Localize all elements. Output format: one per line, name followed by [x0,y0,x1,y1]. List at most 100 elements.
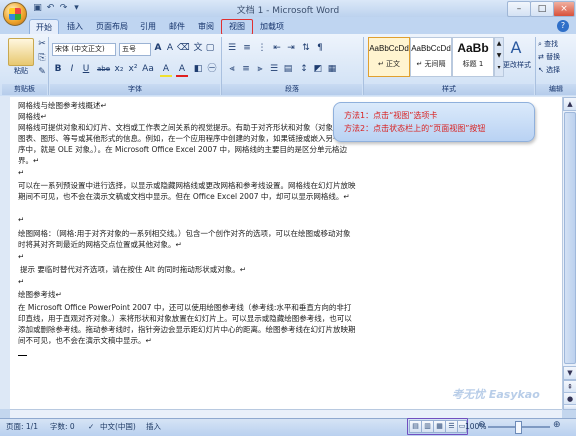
zoom-slider-thumb[interactable] [515,421,522,434]
superscript-button[interactable]: x² [127,63,139,75]
help-icon[interactable]: ? [557,20,569,32]
grow-font-icon[interactable]: A [152,42,164,54]
highlight-color-button[interactable]: A [160,63,172,77]
doc-empty-line: ↵ [18,168,25,177]
shrink-font-icon[interactable]: A [164,42,176,54]
tab-home[interactable]: 开始 [29,19,59,35]
doc-paragraph: 绘图网格：（网格:用于对齐对象的一系列相交线。）包含一个创作对齐的选项，可以在绘… [18,229,351,249]
scroll-thumb[interactable] [564,112,576,364]
select-button[interactable]: ↖ 选择 [538,65,560,75]
justify-icon[interactable]: ☰ [268,63,280,75]
office-button[interactable] [3,2,27,26]
minimize-button[interactable]: – [507,1,531,17]
style-normal-name: ↵ 正文 [377,60,401,68]
clear-format-icon[interactable]: ⌫ [177,42,190,54]
multilevel-list-icon[interactable]: ⋮ [256,42,268,54]
font-name-select[interactable]: 宋体 (中文正文) [52,43,116,56]
status-insert-mode[interactable]: 插入 [146,421,161,433]
shading-icon[interactable]: ◩ [312,63,324,75]
bold-button[interactable]: B [52,63,64,75]
group-label-editing: 编辑 [536,84,576,95]
char-border-icon[interactable]: ▢ [204,42,216,54]
bullets-icon[interactable]: ☰ [226,42,238,54]
distributed-icon[interactable]: ▤ [282,63,294,75]
tab-page-layout[interactable]: 页面布局 [93,19,131,34]
scroll-up-button[interactable]: ▲ [563,97,576,111]
replace-label: 替换 [546,53,561,61]
font-color-button[interactable]: A [176,63,188,77]
paste-button-label[interactable]: 粘贴 [6,66,36,76]
align-center-icon[interactable]: ≡ [240,63,252,75]
change-styles-icon[interactable]: A [505,38,527,58]
numbering-icon[interactable]: ≡ [241,42,253,54]
tab-insert[interactable]: 插入 [63,19,87,34]
line-spacing-icon[interactable]: ↕ [298,63,310,75]
font-size-select[interactable]: 五号 [119,43,151,56]
doc-paragraph: 网格线可提供对象和幻灯片、文档或工作表之间关系的视觉提示。有助于对齐形状和对象（… [18,123,356,165]
status-page[interactable]: 页面: 1/1 [6,421,38,433]
spelling-check-icon[interactable]: ✓ [88,421,94,433]
style-heading-name: 标题 1 [462,60,484,68]
styles-scroll[interactable]: ▲ ▼ ▾ [494,37,504,77]
office-logo-icon [9,8,21,20]
style-heading-sample: AaBb [457,41,489,55]
replace-button[interactable]: ⇄ 替换 [538,52,560,62]
tab-mailings[interactable]: 邮件 [165,19,189,34]
tab-add-ins[interactable]: 加载项 [256,19,288,34]
find-button[interactable]: ⌕ 查找 [538,39,558,49]
maximize-button[interactable]: □ [530,1,554,17]
format-painter-icon[interactable]: ✎ [36,66,48,78]
find-label: 查找 [544,40,559,48]
status-language[interactable]: 中文(中国) [100,421,136,433]
copy-icon[interactable]: ⎘ [36,52,48,64]
text-cursor [18,355,27,356]
enclose-char-icon[interactable]: ㊀ [206,63,218,75]
paste-icon[interactable] [8,38,34,66]
style-no-spacing-name: ↵ 无间隔 [416,60,446,68]
group-label-font: 字体 [50,84,220,95]
show-marks-icon[interactable]: ¶ [314,42,326,54]
zoom-out-icon[interactable]: ⊖ [478,421,487,430]
scroll-down-button[interactable]: ▼ [563,366,576,380]
doc-heading-gridlines: 网格线↵ [18,112,47,121]
tab-references[interactable]: 引用 [136,19,160,34]
select-icon: ↖ [538,66,544,74]
next-page-button[interactable] [563,404,576,410]
align-right-icon[interactable]: ⫸ [254,63,266,75]
change-case-button[interactable]: Aa [142,63,154,75]
doc-paragraph: 在 Microsoft Office PowerPoint 2007 中，还可以… [18,303,356,345]
doc-paragraph: 可以在一系列预设置中进行选择，以显示或隐藏网格线或更改网格和参考线设置。网格线在… [18,181,356,201]
sort-icon[interactable]: ⇅ [300,42,312,54]
zoom-in-icon[interactable]: ⊕ [553,421,562,430]
increase-indent-icon[interactable]: ⇥ [285,42,297,54]
select-label: 选择 [546,66,561,74]
change-styles-button[interactable]: 更改样式 [500,60,534,70]
align-left-icon[interactable]: ⫷ [226,63,238,75]
status-word-count[interactable]: 字数: 0 [50,421,75,433]
group-label-paragraph: 段落 [222,84,362,95]
cut-icon[interactable]: ✂ [36,38,48,50]
group-label-clipboard: 剪贴板 [2,84,47,95]
decrease-indent-icon[interactable]: ⇤ [271,42,283,54]
doc-empty-line: ↵ [18,277,25,286]
italic-button[interactable]: I [66,63,78,75]
char-shading-icon[interactable]: ◧ [192,63,204,75]
style-heading-1[interactable]: AaBb 标题 1 [452,37,494,77]
subscript-button[interactable]: x₂ [113,63,125,75]
borders-icon[interactable]: ▦ [326,63,338,75]
tab-review[interactable]: 审阅 [194,19,218,34]
replace-icon: ⇄ [538,53,544,61]
close-button[interactable]: × [553,1,575,17]
callout-method-2: 方法2：点击状态栏上的“页面视图”按钮 [344,124,486,133]
doc-heading-guides: 绘图参考线↵ [18,290,62,299]
style-normal[interactable]: AaBbCcDd ↵ 正文 [368,37,410,77]
document-page[interactable]: 网格线与绘图参考线概述↵ 网格线↵ 网格线可提供对象和幻灯片、文档或工作表之间关… [10,97,562,409]
doc-empty-line: ↵ [18,252,25,261]
group-separator [48,37,49,95]
strikethrough-button[interactable]: abe [97,63,110,75]
phonetic-guide-icon[interactable]: 文 [192,42,204,54]
callout-method-1: 方法1：点击“视图”选项卡 [344,111,438,120]
tab-view[interactable]: 视图 [221,19,253,35]
underline-button[interactable]: U [80,63,92,75]
style-no-spacing[interactable]: AaBbCcDd ↵ 无间隔 [410,37,452,77]
